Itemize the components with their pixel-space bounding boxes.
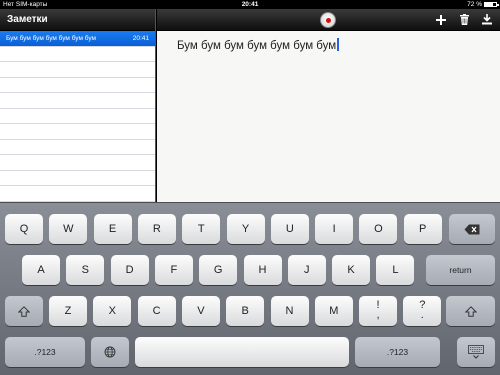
battery-fill <box>485 3 493 6</box>
empty-row <box>0 140 155 155</box>
backspace-key[interactable] <box>449 214 495 244</box>
trash-icon[interactable] <box>456 11 472 29</box>
key-q[interactable]: Q <box>5 214 43 244</box>
key-d[interactable]: D <box>110 255 149 285</box>
key-z[interactable]: Z <box>49 296 87 326</box>
key-s[interactable]: S <box>66 255 105 285</box>
exclamation-comma-key[interactable]: !, <box>359 296 397 326</box>
key-r[interactable]: R <box>137 214 176 244</box>
space-key[interactable] <box>135 337 349 367</box>
empty-row <box>0 93 155 109</box>
empty-row <box>0 124 155 140</box>
key-p[interactable]: P <box>403 214 442 244</box>
key-c[interactable]: C <box>137 296 176 326</box>
key-w[interactable]: W <box>49 214 88 244</box>
key-x[interactable]: X <box>93 296 132 326</box>
empty-row <box>0 47 155 62</box>
key-e[interactable]: E <box>93 214 132 244</box>
note-body[interactable]: Бум бум бум бум бум бум бум <box>177 38 339 52</box>
sidebar-title: Заметки <box>0 9 155 31</box>
empty-row <box>0 78 155 93</box>
key-i[interactable]: I <box>315 214 354 244</box>
globe-icon[interactable] <box>91 337 129 367</box>
key-n[interactable]: N <box>270 296 309 326</box>
key-k[interactable]: K <box>332 255 371 285</box>
status-bar: Нет SIM-карты 20:41 72 % <box>0 0 500 9</box>
shift-key-left[interactable] <box>5 296 43 326</box>
key-u[interactable]: U <box>270 214 309 244</box>
numbers-key-right[interactable]: .?123 <box>355 337 440 367</box>
text-caret <box>337 38 339 51</box>
note-toolbar <box>157 9 500 31</box>
key-b[interactable]: B <box>226 296 265 326</box>
record-icon[interactable] <box>320 12 336 28</box>
note-editor[interactable]: Бум бум бум бум бум бум бум <box>157 31 500 202</box>
question-period-key[interactable]: ?. <box>403 296 442 326</box>
hide-keyboard-icon[interactable] <box>457 337 495 367</box>
on-screen-keyboard: QWERTYUIOP ASDFGHJKL Z X C V B N M!,?. return … <box>0 202 500 375</box>
key-g[interactable]: G <box>199 255 238 285</box>
key-m[interactable]: M <box>314 296 353 326</box>
key-a[interactable]: A <box>22 255 60 285</box>
battery-icon <box>484 2 499 7</box>
shift-key-right[interactable] <box>446 296 495 326</box>
key-f[interactable]: F <box>154 255 193 285</box>
key-h[interactable]: H <box>243 255 282 285</box>
key-j[interactable]: J <box>287 255 326 285</box>
clock: 20:41 <box>241 1 259 8</box>
key-y[interactable]: Y <box>226 214 265 244</box>
add-icon[interactable] <box>433 11 449 29</box>
key-v[interactable]: V <box>181 296 220 326</box>
key-symbol: . <box>420 309 424 321</box>
note-item-time: 20:41 <box>132 35 149 42</box>
download-icon[interactable] <box>479 11 495 29</box>
notes-list: Бум бум бум бум бум бум бум 20:41 <box>0 31 155 202</box>
empty-row <box>0 186 155 202</box>
notes-sidebar: Заметки Бум бум бум бум бум бум бум 20:4… <box>0 9 156 202</box>
key-l[interactable]: L <box>376 255 415 285</box>
empty-row <box>0 62 155 78</box>
key-symbol: ? <box>419 299 426 311</box>
note-text: Бум бум бум бум бум бум бум <box>177 40 337 52</box>
key-t[interactable]: T <box>182 214 221 244</box>
battery-percent: 72 % <box>467 1 482 8</box>
note-list-item[interactable]: Бум бум бум бум бум бум бум 20:41 <box>0 31 155 47</box>
empty-row <box>0 171 155 186</box>
key-symbol: , <box>376 309 380 321</box>
key-symbol: ! <box>376 299 380 311</box>
key-o[interactable]: O <box>359 214 398 244</box>
return-key[interactable]: return <box>426 255 495 285</box>
numbers-key-left[interactable]: .?123 <box>5 337 85 367</box>
empty-row <box>0 155 155 171</box>
note-item-title: Бум бум бум бум бум бум бум <box>6 35 96 42</box>
empty-row <box>0 109 155 124</box>
